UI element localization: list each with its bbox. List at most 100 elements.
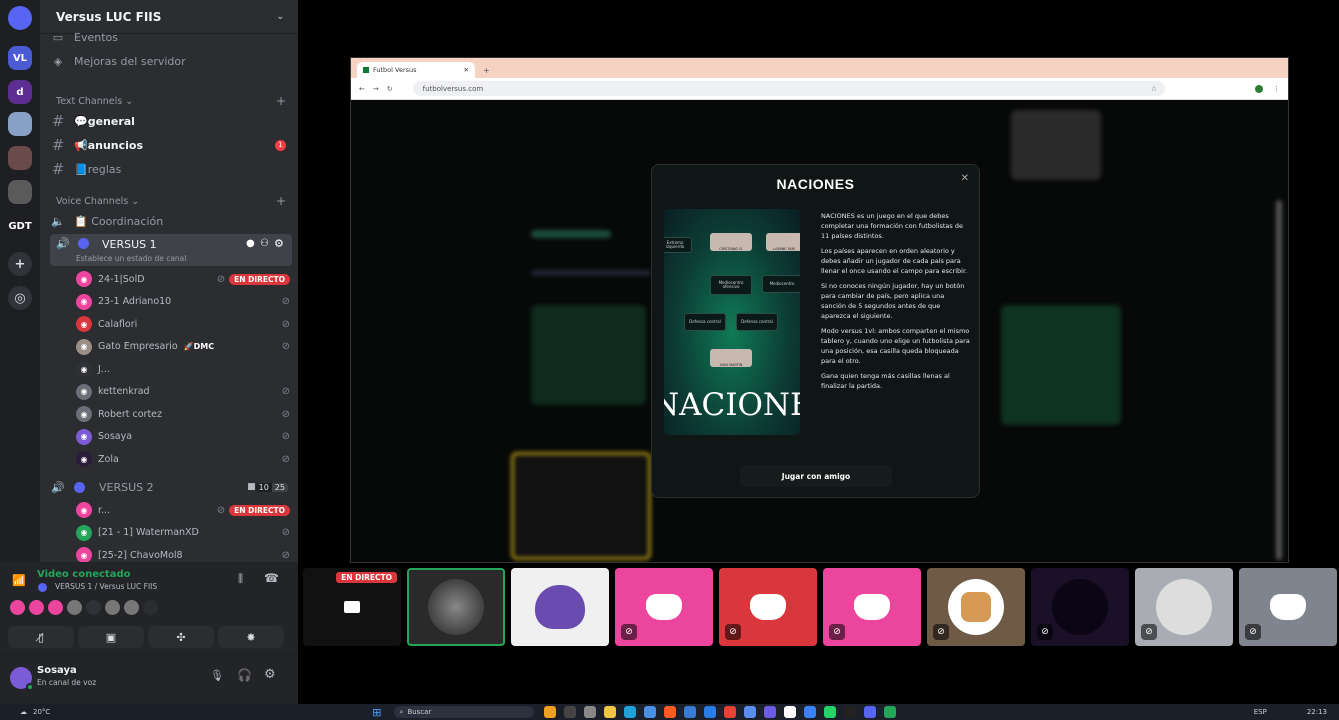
clock[interactable]: 22:13 [1307,708,1327,716]
voice-location[interactable]: VERSUS 1 / Versus LUC FIIS [55,582,157,591]
new-tab-icon[interactable]: + [483,66,490,75]
taskbar-app-icon[interactable] [663,706,676,718]
tile-cat[interactable]: ⊘ [927,568,1025,646]
taskbar-app-icon[interactable] [743,706,756,718]
bookmark-star-icon[interactable]: ☆ [1151,85,1157,93]
taskbar-app-icon[interactable] [543,706,556,718]
server-anime[interactable] [8,146,32,170]
taskbar-app-icon[interactable] [583,706,596,718]
taskbar-app-icon[interactable] [563,706,576,718]
soundboard-button[interactable]: ✸ [218,626,284,648]
participant-avatar[interactable] [10,600,25,615]
tile-gengar[interactable] [511,568,609,646]
participant-avatar[interactable] [67,600,82,615]
explore-icon[interactable]: ◎ [8,286,32,310]
voice-user[interactable]: ◉ [25-2] ChavoMol8 ⊘ [76,545,290,562]
boost-item[interactable]: ◈ Mejoras del servidor [48,52,290,70]
server-header[interactable]: Versus LUC FIIS ⌄ [40,0,298,34]
chat-icon[interactable]: ● [246,238,255,249]
voice-user[interactable]: ◉ Robert cortez ⊘ [76,404,290,424]
voice-user[interactable]: ◉ 24-1|SolD ⊘ EN DIRECTO [76,269,290,289]
voice-channels-category[interactable]: Voice Channels ⌄ + [56,194,290,208]
start-icon[interactable]: ⊞ [372,706,381,719]
tile-discord-red[interactable]: ⊘ [719,568,817,646]
scrollbar[interactable] [1276,200,1282,560]
gear-icon[interactable]: ⚙ [274,237,284,250]
participant-avatar[interactable] [29,600,44,615]
text-channels-category[interactable]: Text Channels ⌄ + [56,94,290,108]
taskbar-app-icon[interactable] [883,706,896,718]
taskbar-app-icon[interactable] [703,706,716,718]
screen-share-button[interactable]: ▣ [78,626,144,648]
taskbar-app-icon[interactable] [823,706,836,718]
taskbar-app-icon[interactable] [843,706,856,718]
add-server-icon[interactable]: + [8,252,32,276]
server-gdt[interactable]: GDT [8,214,32,238]
participant-avatar[interactable] [86,600,101,615]
voice-channel-versus2[interactable]: 🔊 VERSUS 2 ■ 10 25 [48,478,290,496]
voice-user[interactable]: ◉ Sosaya ⊘ [76,427,290,447]
taskbar-app-icon[interactable] [683,706,696,718]
microphone-icon[interactable]: 🎙 [210,669,224,682]
voice-user[interactable]: ◉ Zola ⊘ [76,449,290,469]
tile-stream[interactable]: EN DIRECTO [303,568,401,646]
settings-gear-icon[interactable]: ⚙ [264,667,276,682]
taskbar-app-icon[interactable] [803,706,816,718]
tile-discord-pink-1[interactable]: ⊘ [615,568,713,646]
voice-user[interactable]: ◉ Calaflori ⊘ [76,314,290,334]
server-dog[interactable] [8,180,32,204]
tile-dark[interactable]: ⊘ [1031,568,1129,646]
participant-avatar[interactable] [48,600,63,615]
taskbar-app-icon[interactable] [643,706,656,718]
voice-status[interactable]: Video conectado [37,569,130,580]
participant-avatar[interactable] [143,600,158,615]
voice-channel-versus1[interactable]: 🔊 VERSUS 1 Establece un estado de canal … [50,234,292,266]
profile-icon[interactable] [1255,84,1263,93]
text-channel-2[interactable]: # 📘reglas [48,160,290,178]
discord-home[interactable] [8,6,32,30]
close-tab-icon[interactable]: ✕ [464,66,469,74]
add-channel-icon[interactable]: + [276,194,286,208]
tile-user-photo[interactable] [407,568,505,646]
tile-discord-pink-2[interactable]: ⊘ [823,568,921,646]
voice-channel-coordinacion[interactable]: 🔈 📋 Coordinación [48,212,290,230]
participant-avatar[interactable] [124,600,139,615]
taskbar-app-icon[interactable] [723,706,736,718]
close-icon[interactable]: ✕ [961,173,969,184]
voice-user[interactable]: ◉ [21 - 1] WatermanXD ⊘ [76,523,290,543]
voice-user[interactable]: ◉ 23-1 Adriano10 ⊘ [76,292,290,312]
text-channel-0[interactable]: # 💬general [48,112,290,130]
camera-off-button[interactable]: ▯̸ [8,626,74,648]
tile-discord-grey[interactable]: ⊘ [1239,568,1337,646]
voice-user[interactable]: ◉ J... [76,359,290,379]
soundboard-icon[interactable]: ⫼ [238,572,243,586]
voice-user[interactable]: ◉ kettenkrad ⊘ [76,382,290,402]
participant-avatar[interactable] [105,600,120,615]
browser-tab[interactable]: Futbol Versus ✕ [357,62,475,78]
weather-text[interactable]: 20°C [33,708,50,716]
events-item[interactable]: ▭ Eventos [48,30,290,44]
headphones-icon[interactable]: 🎧 [237,668,252,682]
weather-icon[interactable]: ☁ [20,708,27,716]
taskbar-app-icon[interactable] [763,706,776,718]
activities-button[interactable]: ✣ [148,626,214,648]
tile-grey[interactable]: ⊘ [1135,568,1233,646]
text-channel-1[interactable]: # 📢anuncios 1 [48,136,290,154]
server-vl[interactable]: VL [8,46,32,70]
channel-status-hint[interactable]: Establece un estado de canal [76,254,186,263]
taskbar-app-icon[interactable] [863,706,876,718]
voice-user[interactable]: ◉ Gato Empresario 🚀DMC ⊘ [76,337,290,357]
forward-icon[interactable]: → [373,85,379,93]
language-indicator[interactable]: ESP [1254,708,1267,716]
taskbar-app-icon[interactable] [783,706,796,718]
server-d[interactable]: d [8,80,32,104]
add-channel-icon[interactable]: + [276,94,286,108]
add-user-icon[interactable]: ⚇ [260,238,269,249]
taskbar-app-icon[interactable] [623,706,636,718]
server-bird[interactable] [8,112,32,136]
username[interactable]: Sosaya [37,665,77,676]
taskbar-app-icon[interactable] [603,706,616,718]
voice-user[interactable]: ◉ r... ⊘ EN DIRECTO [76,500,290,520]
reload-icon[interactable]: ↻ [387,85,393,93]
menu-icon[interactable]: ⋮ [1273,85,1280,93]
